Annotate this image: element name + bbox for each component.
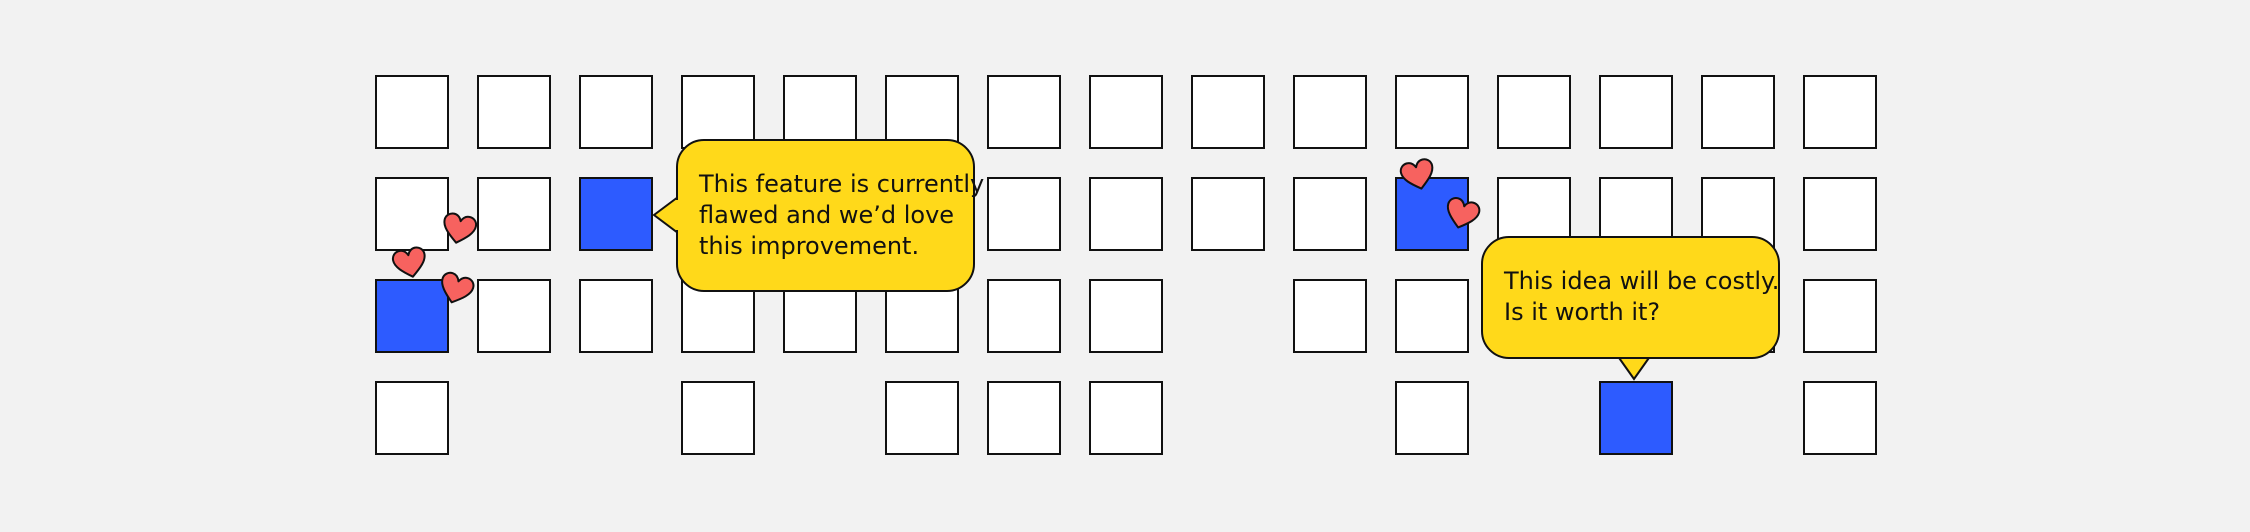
tile[interactable] (1089, 381, 1163, 455)
tile[interactable] (1803, 177, 1877, 251)
tile[interactable] (885, 381, 959, 455)
tile[interactable] (681, 75, 755, 149)
comment-bubble-feature[interactable]: This feature is currently flawed and we’… (676, 139, 985, 292)
tile[interactable] (987, 75, 1061, 149)
tail-joint (676, 200, 680, 230)
tile[interactable] (1191, 75, 1265, 149)
tile[interactable] (1293, 177, 1367, 251)
tile[interactable] (987, 279, 1061, 353)
tile[interactable] (579, 75, 653, 149)
tile[interactable] (1089, 279, 1163, 353)
comment-bubble-cost[interactable]: This idea will be costly. Is it worth it… (1481, 236, 1780, 359)
tile-selected[interactable] (1599, 381, 1673, 455)
tile[interactable] (1395, 279, 1469, 353)
tile[interactable] (477, 279, 551, 353)
tail-joint (1620, 353, 1648, 357)
tile[interactable] (783, 75, 857, 149)
comment-text-line: This idea will be costly. (1504, 267, 1780, 295)
feedback-canvas: This feature is currently flawed and we’… (0, 0, 2250, 532)
comment-text-line: this improvement. (699, 232, 920, 260)
tile[interactable] (1395, 381, 1469, 455)
tile[interactable] (1293, 75, 1367, 149)
tile[interactable] (1803, 75, 1877, 149)
tile[interactable] (1497, 75, 1571, 149)
tile-selected[interactable] (579, 177, 653, 251)
tile[interactable] (375, 75, 449, 149)
heart-icon (391, 246, 426, 278)
comment-text-line: flawed and we’d love (699, 201, 955, 229)
tile[interactable] (1803, 279, 1877, 353)
tile[interactable] (1191, 177, 1265, 251)
comment-text-line: Is it worth it? (1504, 298, 1661, 326)
tile[interactable] (1089, 75, 1163, 149)
tile[interactable] (477, 75, 551, 149)
comment-text-line: This feature is currently (699, 170, 985, 198)
tile[interactable] (375, 381, 449, 455)
tile[interactable] (477, 177, 551, 251)
tile[interactable] (1599, 75, 1673, 149)
tile[interactable] (579, 279, 653, 353)
tile[interactable] (1803, 381, 1877, 455)
tile[interactable] (681, 381, 755, 455)
tile[interactable] (885, 75, 959, 149)
tile[interactable] (987, 177, 1061, 251)
tile[interactable] (1089, 177, 1163, 251)
tile[interactable] (987, 381, 1061, 455)
tile[interactable] (1293, 279, 1367, 353)
tile[interactable] (1701, 75, 1775, 149)
tile[interactable] (1395, 75, 1469, 149)
